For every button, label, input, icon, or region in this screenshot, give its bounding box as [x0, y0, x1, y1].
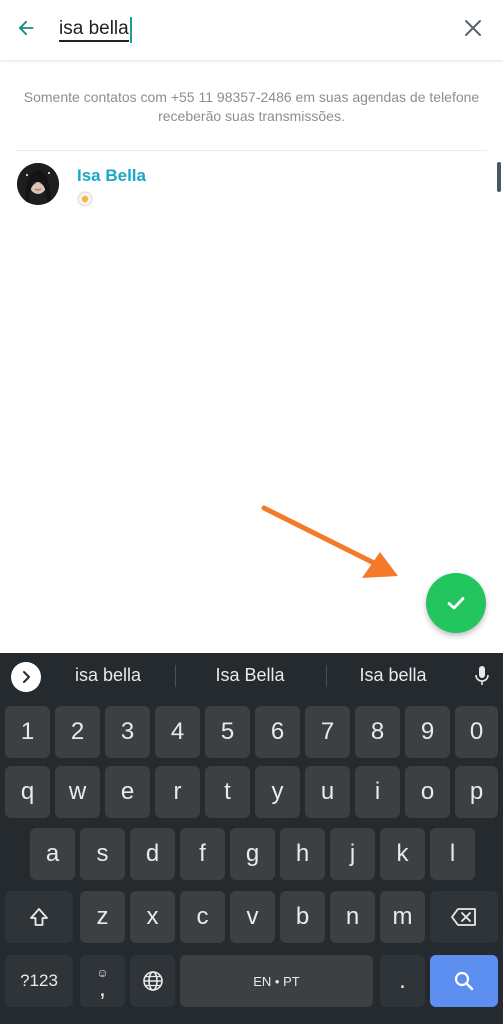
key-e[interactable]: e — [105, 766, 150, 818]
suggestion-strip: isa bella Isa Bella Isa bella — [0, 653, 503, 699]
key-d[interactable]: d — [130, 828, 175, 880]
microphone-button[interactable] — [470, 663, 494, 689]
key-v[interactable]: v — [230, 891, 275, 943]
backspace-key[interactable] — [430, 891, 498, 943]
key-p[interactable]: p — [455, 766, 498, 818]
key-g[interactable]: g — [230, 828, 275, 880]
arrow-left-icon — [18, 20, 34, 36]
period-key[interactable]: . — [380, 955, 425, 1007]
search-key[interactable] — [430, 955, 498, 1007]
key-u[interactable]: u — [305, 766, 350, 818]
key-3[interactable]: 3 — [105, 706, 150, 758]
avatar-image — [17, 163, 59, 205]
key-q[interactable]: q — [5, 766, 50, 818]
key-s[interactable]: s — [80, 828, 125, 880]
comma-key[interactable]: ☺ , — [80, 955, 125, 1007]
key-k[interactable]: k — [380, 828, 425, 880]
search-input[interactable]: isa bella — [59, 16, 132, 44]
search-icon — [454, 971, 474, 991]
divider — [16, 150, 487, 151]
key-5[interactable]: 5 — [205, 706, 250, 758]
back-button[interactable] — [10, 12, 42, 44]
broadcast-info-text: Somente contatos com +55 11 98357-2486 e… — [23, 89, 480, 124]
search-input-value: isa bella — [59, 18, 129, 42]
scrollbar[interactable] — [497, 162, 501, 192]
key-n[interactable]: n — [330, 891, 375, 943]
microphone-icon — [475, 666, 489, 685]
key-2[interactable]: 2 — [55, 706, 100, 758]
key-a[interactable]: a — [30, 828, 75, 880]
key-9[interactable]: 9 — [405, 706, 450, 758]
key-1[interactable]: 1 — [5, 706, 50, 758]
key-i[interactable]: i — [355, 766, 400, 818]
shift-key[interactable] — [5, 891, 73, 943]
contact-list-item[interactable]: Isa Bella — [0, 158, 503, 216]
key-h[interactable]: h — [280, 828, 325, 880]
clear-search-button[interactable] — [461, 16, 485, 40]
key-j[interactable]: j — [330, 828, 375, 880]
key-6[interactable]: 6 — [255, 706, 300, 758]
key-l[interactable]: l — [430, 828, 475, 880]
key-4[interactable]: 4 — [155, 706, 200, 758]
backspace-icon — [451, 908, 476, 926]
key-b[interactable]: b — [280, 891, 325, 943]
key-w[interactable]: w — [55, 766, 100, 818]
chevron-right-icon — [23, 671, 30, 683]
key-8[interactable]: 8 — [355, 706, 400, 758]
key-r[interactable]: r — [155, 766, 200, 818]
annotation-arrow — [261, 505, 398, 578]
checkmark-icon — [447, 597, 465, 610]
key-0[interactable]: 0 — [455, 706, 498, 758]
suggestion-1[interactable]: isa bella — [33, 665, 183, 686]
globe-icon — [142, 971, 163, 991]
suggestion-3[interactable]: Isa bella — [318, 665, 468, 686]
close-icon — [465, 20, 481, 36]
fried-egg-emoji-icon — [77, 191, 93, 207]
key-o[interactable]: o — [405, 766, 450, 818]
suggestion-2[interactable]: Isa Bella — [175, 665, 325, 686]
key-y[interactable]: y — [255, 766, 300, 818]
key-x[interactable]: x — [130, 891, 175, 943]
symbols-key[interactable]: ?123 — [5, 955, 73, 1007]
key-f[interactable]: f — [180, 828, 225, 880]
contact-name: Isa Bella — [77, 166, 146, 185]
key-t[interactable]: t — [205, 766, 250, 818]
language-key[interactable] — [130, 955, 175, 1007]
key-c[interactable]: c — [180, 891, 225, 943]
key-m[interactable]: m — [380, 891, 425, 943]
confirm-button[interactable] — [426, 573, 486, 633]
key-7[interactable]: 7 — [305, 706, 350, 758]
key-z[interactable]: z — [80, 891, 125, 943]
avatar — [17, 163, 59, 205]
keyboard: isa bella Isa Bella Isa bella 1 2 3 4 5 … — [0, 653, 503, 1024]
search-bar: isa bella — [0, 0, 503, 60]
comma-label: , — [99, 975, 106, 1002]
shift-icon — [30, 908, 48, 926]
space-key[interactable]: EN • PT — [180, 955, 373, 1007]
screen: isa bella Somente contatos com +55 11 98… — [0, 0, 503, 1024]
text-cursor — [129, 17, 132, 43]
